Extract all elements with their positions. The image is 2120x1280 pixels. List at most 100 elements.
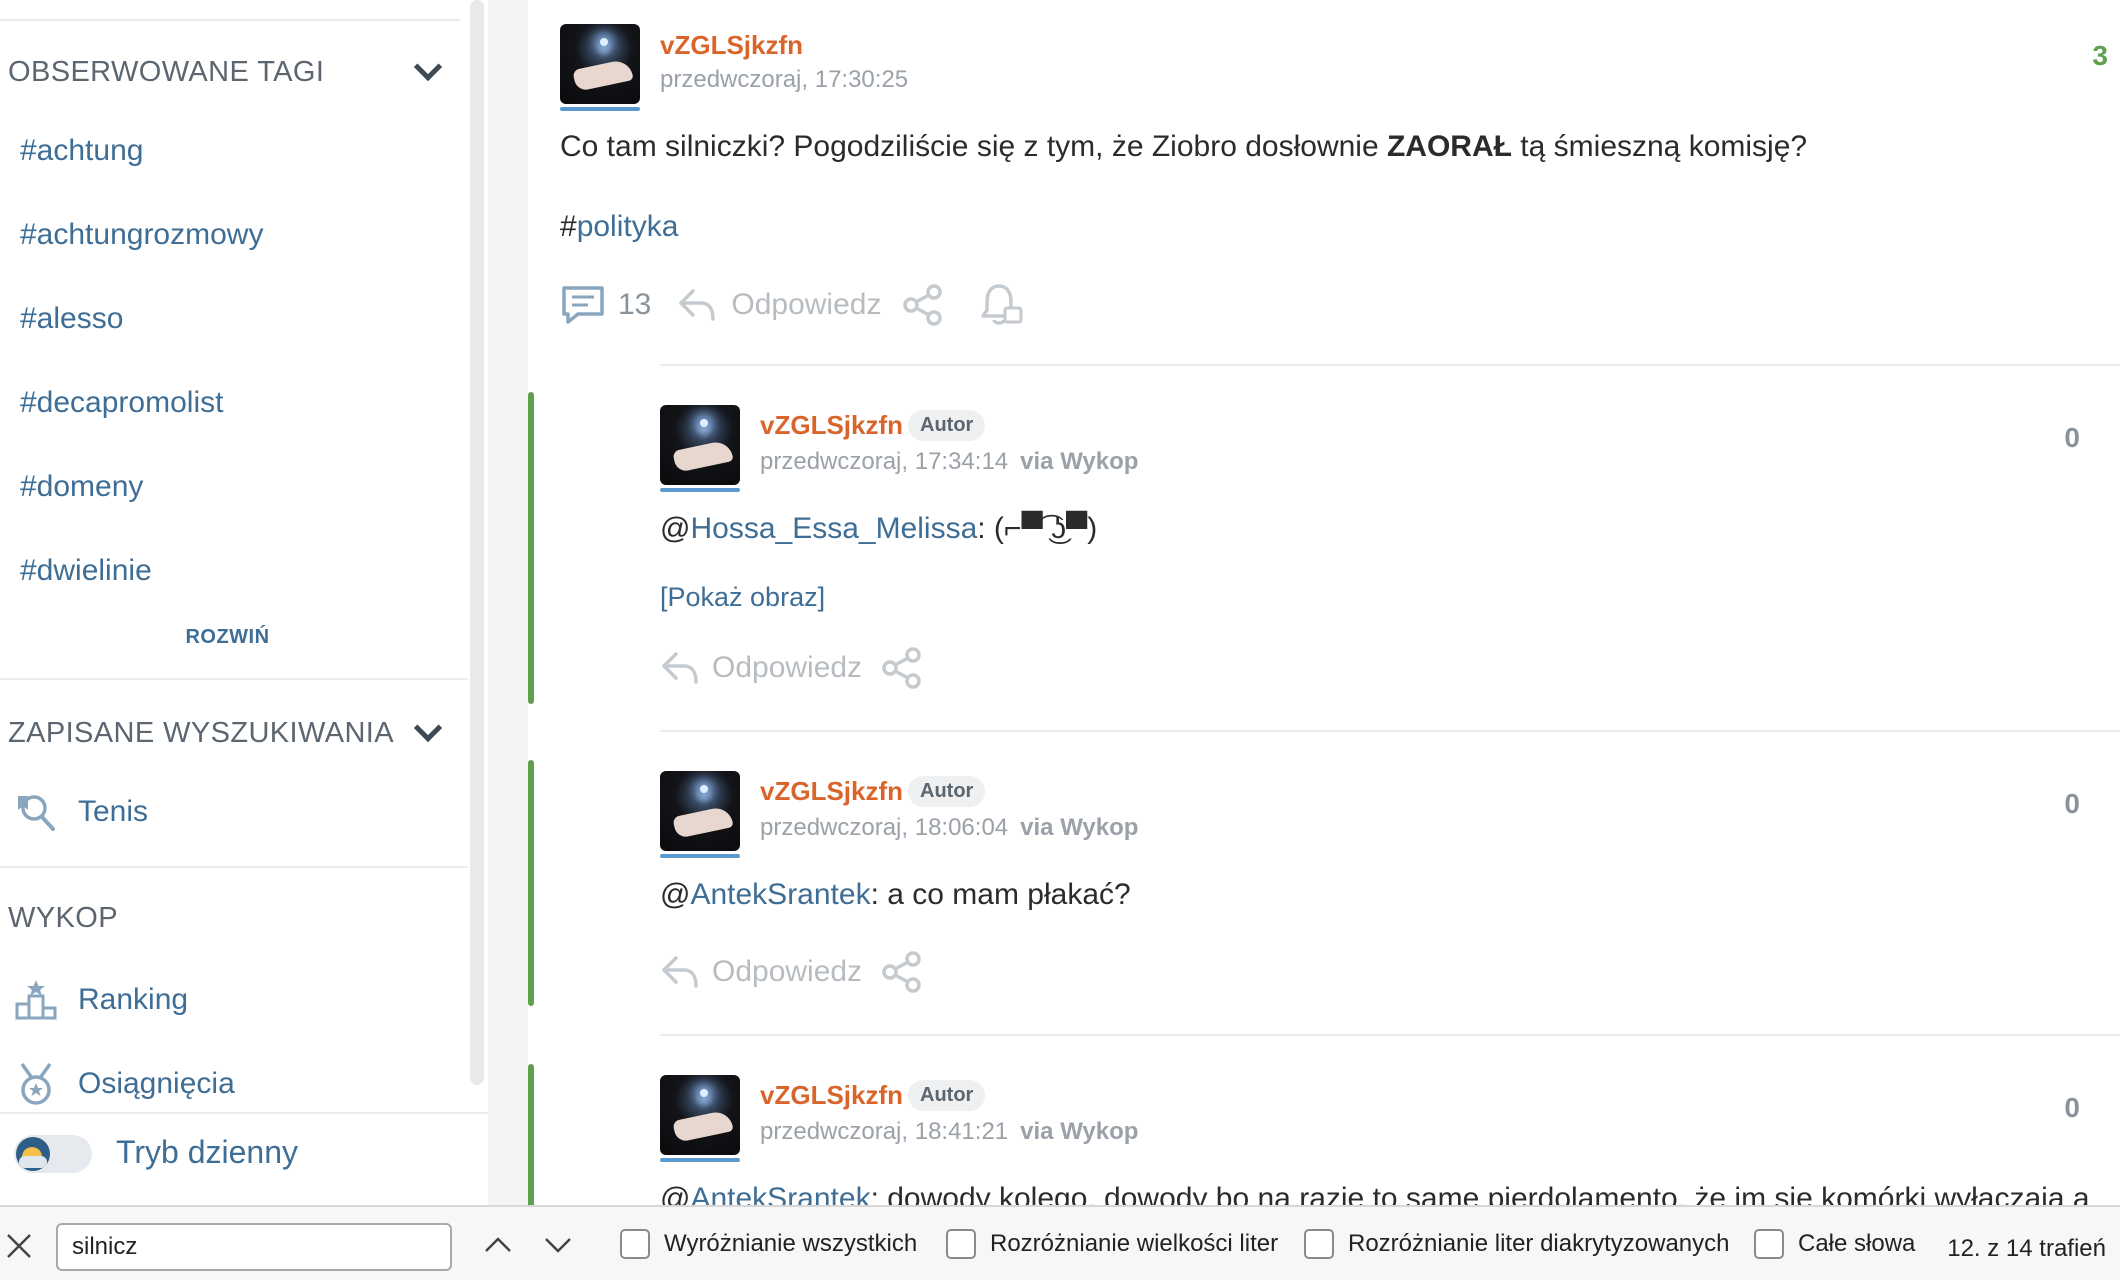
- bell-icon[interactable]: [979, 282, 1025, 328]
- saved-searches-title: ZAPISANE WYSZUKIWANIA: [8, 716, 394, 749]
- sidebar-item-label: Ranking: [78, 983, 189, 1016]
- comment-actions: Odpowiedz: [660, 950, 924, 994]
- highlight-all-checkbox[interactable]: Wyróżnianie wszystkich: [620, 1229, 917, 1259]
- comment-score[interactable]: 0: [2064, 422, 2080, 454]
- observed-tags-header[interactable]: OBSERWOWANE TAGI: [8, 48, 448, 96]
- author-badge: Autor: [908, 410, 986, 441]
- divider: [660, 1034, 2120, 1036]
- tag-link[interactable]: #decapromolist: [20, 386, 223, 420]
- checkbox-box[interactable]: [620, 1229, 650, 1259]
- tag-link[interactable]: #achtungrozmowy: [20, 218, 263, 252]
- whole-words-checkbox[interactable]: Całe słowa: [1754, 1229, 1915, 1259]
- chevron-down-icon[interactable]: [538, 1225, 578, 1265]
- divider: [0, 678, 468, 680]
- close-icon[interactable]: [4, 1231, 34, 1261]
- comments-icon[interactable]: [560, 284, 606, 326]
- share-icon[interactable]: [880, 646, 924, 690]
- mention-link[interactable]: AntekSrantek: [690, 878, 870, 911]
- saved-search-item[interactable]: Tenis: [14, 790, 148, 834]
- reply-button[interactable]: Odpowiedz: [731, 288, 881, 322]
- comment-via: via Wykop: [1020, 1118, 1139, 1145]
- chevron-down-icon[interactable]: [413, 713, 443, 743]
- author-badge: Autor: [908, 1080, 986, 1111]
- comment-via: via Wykop: [1020, 814, 1139, 841]
- chevron-down-icon[interactable]: [413, 52, 443, 82]
- checkbox-box[interactable]: [1754, 1229, 1784, 1259]
- show-image-label: [Pokaż obraz]: [660, 582, 826, 612]
- chevron-up-icon[interactable]: [478, 1225, 518, 1265]
- share-icon[interactable]: [901, 283, 945, 327]
- avatar-underline: [660, 488, 740, 492]
- comment-meta: przedwczoraj, 18:06:04 via Wykop: [760, 814, 1138, 842]
- avatar[interactable]: [560, 24, 640, 104]
- comment-text: @AntekSrantek: a co mam płakać?: [660, 878, 1131, 912]
- reply-button[interactable]: Odpowiedz: [712, 651, 862, 685]
- thread-bar: [528, 1064, 534, 1205]
- wykop-section-title: WYKOP: [8, 902, 118, 934]
- comment-author[interactable]: vZGLSjkzfn: [760, 410, 903, 441]
- comment-score[interactable]: 0: [2064, 1092, 2080, 1124]
- post-text-part: Co tam silniczki? Pogodziliście się z ty…: [560, 130, 1387, 163]
- sidebar: OBSERWOWANE TAGI #achtung #achtungrozmow…: [0, 0, 488, 1196]
- find-input[interactable]: [56, 1223, 452, 1271]
- avatar-underline: [660, 854, 740, 858]
- tag-link[interactable]: #achtung: [20, 134, 143, 168]
- checkbox-label: Całe słowa: [1798, 1230, 1916, 1257]
- comment-via: via Wykop: [1020, 448, 1139, 475]
- match-diacritics-checkbox[interactable]: Rozróżnianie liter diakrytyzowanych: [1304, 1229, 1730, 1259]
- comment-score[interactable]: 0: [2064, 788, 2080, 820]
- avatar[interactable]: [660, 1075, 740, 1155]
- post-tag-line: #polityka: [560, 210, 678, 244]
- checkbox-box[interactable]: [1304, 1229, 1334, 1259]
- gutter: [488, 0, 528, 1205]
- reply-icon[interactable]: [677, 285, 717, 325]
- checkbox-label: Wyróżnianie wszystkich: [664, 1230, 918, 1257]
- tag-link[interactable]: #domeny: [20, 470, 143, 504]
- expand-tags-button[interactable]: ROZWIŃ: [0, 626, 455, 649]
- day-mode-toggle[interactable]: [14, 1135, 92, 1173]
- divider: [0, 866, 468, 868]
- checkbox-box[interactable]: [946, 1229, 976, 1259]
- mention-link[interactable]: Hossa_Essa_Melissa: [690, 512, 977, 545]
- post-actions: 13 Odpowiedz: [560, 282, 1025, 328]
- at-symbol: @: [660, 878, 691, 911]
- avatar[interactable]: [660, 405, 740, 485]
- share-icon[interactable]: [880, 950, 924, 994]
- day-mode-row: Tryb dzienny: [0, 1112, 488, 1196]
- comment-author[interactable]: vZGLSjkzfn: [760, 776, 903, 807]
- divider: [0, 19, 460, 21]
- find-result-count: 12. z 14 trafień: [1947, 1235, 2106, 1262]
- saved-searches-header[interactable]: ZAPISANE WYSZUKIWANIA: [8, 709, 448, 757]
- reply-icon[interactable]: [660, 952, 700, 992]
- sidebar-item-achievements[interactable]: Osiągnięcia: [14, 1062, 235, 1106]
- post-score[interactable]: 3: [2092, 40, 2108, 72]
- comment-text-part: : dowody kolego, dowody bo na razie to s…: [870, 1182, 2090, 1205]
- show-image-link[interactable]: [Pokaż obraz]: [660, 582, 825, 613]
- post-author[interactable]: vZGLSjkzfn: [660, 30, 803, 61]
- reply-icon[interactable]: [660, 648, 700, 688]
- find-bar: Wyróżnianie wszystkich Rozróżnianie wiel…: [0, 1205, 2120, 1280]
- post-tag-link[interactable]: polityka: [577, 210, 679, 243]
- checkbox-label: Rozróżnianie liter diakrytyzowanych: [1348, 1230, 1730, 1257]
- comment-author[interactable]: vZGLSjkzfn: [760, 1080, 903, 1111]
- at-symbol: @: [660, 512, 691, 545]
- tag-link[interactable]: #alesso: [20, 302, 123, 336]
- divider: [660, 730, 2120, 732]
- match-case-checkbox[interactable]: Rozróżnianie wielkości liter: [946, 1229, 1278, 1259]
- at-symbol: @: [660, 1182, 691, 1205]
- post-text: Co tam silniczki? Pogodziliście się z ty…: [560, 130, 1807, 164]
- post-text-part: tą śmieszną komisję?: [1511, 130, 1808, 163]
- sidebar-item-ranking[interactable]: Ranking: [14, 978, 188, 1022]
- comment-time: przedwczoraj, 18:41:21: [760, 1118, 1009, 1145]
- thread-bar: [528, 392, 534, 704]
- mention-link[interactable]: AntekSrantek: [690, 1182, 870, 1205]
- comments-count: 13: [618, 288, 652, 321]
- avatar-underline: [560, 107, 640, 111]
- comment-text: @AntekSrantek: dowody kolego, dowody bo …: [660, 1182, 2090, 1205]
- sidebar-scrollbar[interactable]: [470, 0, 484, 1085]
- tag-link[interactable]: #dwielinie: [20, 554, 152, 588]
- post-time: przedwczoraj, 17:30:25: [660, 66, 909, 93]
- reply-button[interactable]: Odpowiedz: [712, 955, 862, 989]
- avatar[interactable]: [660, 771, 740, 851]
- observed-tags-title: OBSERWOWANE TAGI: [8, 55, 325, 88]
